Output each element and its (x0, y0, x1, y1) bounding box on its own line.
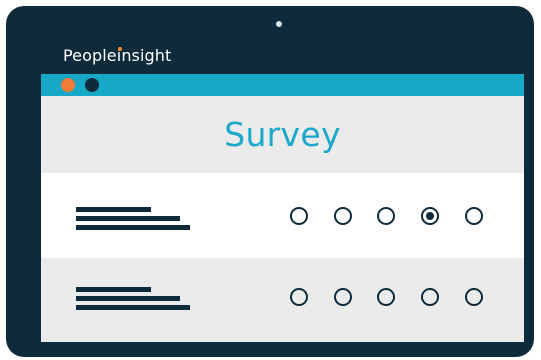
question-row (41, 258, 524, 342)
page: People insight Survey (0, 0, 541, 360)
question-text-placeholder (76, 305, 190, 310)
radio-option-1[interactable] (290, 207, 308, 225)
window-control-navy-icon[interactable] (85, 78, 99, 92)
question-text-placeholder (76, 207, 151, 212)
brand-logo: People insight (63, 46, 171, 65)
question-text-placeholder (76, 216, 180, 221)
tablet-frame: People insight Survey (6, 6, 534, 357)
page-title: Survey (224, 115, 341, 154)
window-titlebar (41, 74, 524, 96)
radio-option-5[interactable] (465, 288, 483, 306)
logo-dot-icon (117, 47, 122, 51)
radio-selected-dot-icon (426, 212, 434, 220)
survey-window: Survey (41, 74, 524, 342)
survey-header: Survey (41, 96, 524, 173)
brand-name-prefix: People (63, 46, 117, 65)
radio-option-2[interactable] (334, 288, 352, 306)
window-control-orange-icon[interactable] (61, 78, 75, 92)
radio-option-3[interactable] (377, 288, 395, 306)
radio-option-4[interactable] (421, 288, 439, 306)
radio-option-4-selected[interactable] (421, 207, 439, 225)
question-text-placeholder (76, 296, 180, 301)
camera-icon (276, 21, 282, 27)
question-text-placeholder (76, 225, 190, 230)
radio-option-1[interactable] (290, 288, 308, 306)
question-text-placeholder (76, 287, 151, 292)
radio-option-2[interactable] (334, 207, 352, 225)
question-row (41, 173, 524, 257)
brand-name-i: i (116, 46, 122, 65)
radio-option-5[interactable] (465, 207, 483, 225)
radio-option-3[interactable] (377, 207, 395, 225)
brand-name-suffix: nsight (121, 46, 172, 65)
